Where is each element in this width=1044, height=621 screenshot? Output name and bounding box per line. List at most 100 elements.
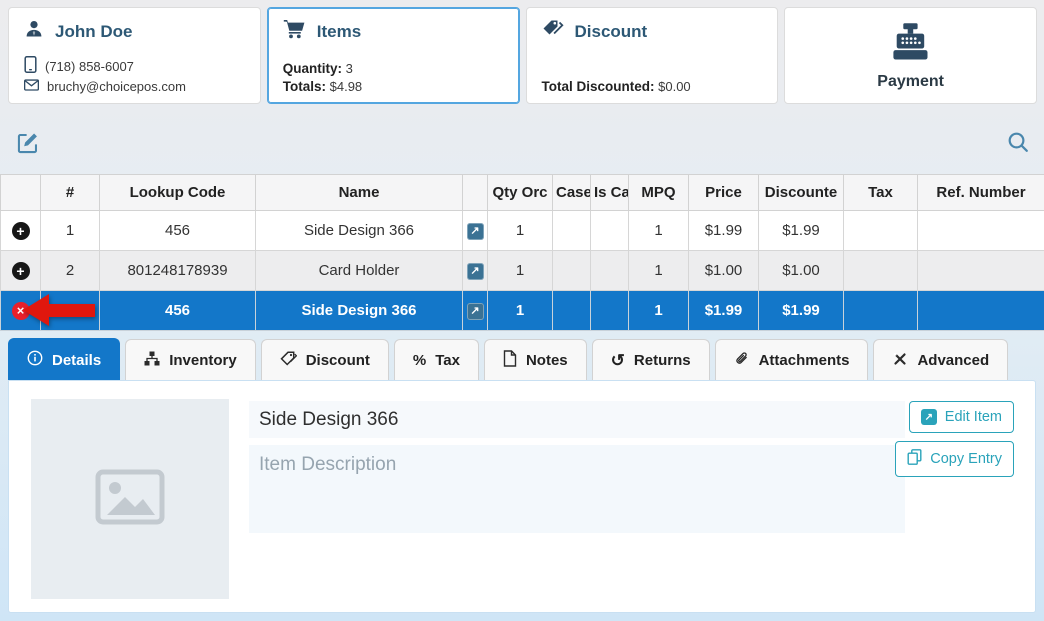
tab-returns-label: Returns [634, 352, 691, 369]
table-row[interactable]: + 1 456 Side Design 366 ↗ 1 1 $1.99 $1.9… [1, 211, 1044, 251]
details-panel: Side Design 366 Item Description ↗ Edit … [8, 380, 1036, 613]
item-name-field: Side Design 366 [249, 401, 905, 438]
tab-inventory[interactable]: Inventory [125, 339, 256, 381]
tab-notes[interactable]: Notes [484, 339, 587, 381]
delete-row-button[interactable]: × [12, 302, 30, 320]
tab-advanced[interactable]: Advanced [873, 339, 1008, 381]
cash-register-icon [889, 22, 933, 69]
header-mpq: MPQ [629, 175, 689, 211]
tab-notes-label: Notes [526, 352, 568, 369]
customer-phone-line: (718) 858-6007 [24, 56, 245, 76]
sitemap-icon [144, 351, 160, 370]
cell-item-name: Side Design 366 [256, 291, 463, 331]
cell-price: $1.00 [689, 251, 759, 291]
cell-tax [844, 211, 918, 251]
copy-entry-button[interactable]: Copy Entry [895, 441, 1014, 477]
open-item-icon[interactable]: ↗ [467, 223, 484, 240]
item-image-placeholder [31, 399, 229, 599]
edit-item-button[interactable]: ↗ Edit Item [909, 401, 1014, 433]
cell-discounted: $1.99 [759, 211, 844, 251]
payment-card[interactable]: Payment [784, 7, 1037, 104]
cell-price: $1.99 [689, 291, 759, 331]
tab-discount-label: Discount [306, 352, 370, 369]
search-icon[interactable] [1007, 131, 1029, 153]
tools-icon [892, 351, 908, 371]
discount-card-title: Discount [542, 19, 763, 44]
image-icon [95, 469, 165, 530]
tab-details-label: Details [52, 352, 101, 369]
header-expand [1, 175, 41, 211]
paperclip-icon [734, 351, 750, 371]
items-quantity-line: Quantity: 3 [283, 61, 504, 76]
cell-row-number [41, 291, 100, 331]
items-card[interactable]: Items Quantity: 3 Totals: $4.98 [267, 7, 520, 104]
cell-row-number: 1 [41, 211, 100, 251]
items-table: # Lookup Code Name Qty Orc Case Is Ca MP… [0, 174, 1044, 331]
cell-discounted: $1.99 [759, 291, 844, 331]
table-header-row: # Lookup Code Name Qty Orc Case Is Ca MP… [1, 175, 1044, 211]
cell-row-number: 2 [41, 251, 100, 291]
items-card-label: Items [317, 22, 361, 42]
mobile-phone-icon [24, 56, 37, 76]
table-row-selected[interactable]: × 456 Side Design 366 ↗ 1 1 $1.99 $1.99 [1, 291, 1044, 331]
detail-tabs: Details Inventory Discount % Tax Notes ↺… [8, 338, 1008, 381]
cell-cases [553, 291, 591, 331]
header-name: Name [256, 175, 463, 211]
open-item-icon[interactable]: ↗ [467, 303, 484, 320]
tab-returns[interactable]: ↺ Returns [592, 339, 710, 381]
tab-attachments-label: Attachments [759, 352, 850, 369]
customer-card[interactable]: John Doe (718) 858-6007 bruchy@choicepos… [8, 7, 261, 104]
cell-item-name: Card Holder [256, 251, 463, 291]
copy-entry-label: Copy Entry [930, 451, 1002, 467]
cell-qty: 1 [488, 251, 553, 291]
cell-is-case [591, 291, 629, 331]
cell-price: $1.99 [689, 211, 759, 251]
cell-lookup-code: 456 [100, 291, 256, 331]
customer-phone: (718) 858-6007 [45, 59, 134, 74]
header-price: Price [689, 175, 759, 211]
items-quantity-value: 3 [346, 61, 353, 76]
open-item-icon[interactable]: ↗ [467, 263, 484, 280]
cell-mpq: 1 [629, 251, 689, 291]
cell-tax [844, 291, 918, 331]
cell-ref-number [918, 251, 1044, 291]
discount-card-label: Discount [575, 22, 648, 42]
table-row[interactable]: + 2 801248178939 Card Holder ↗ 1 1 $1.00… [1, 251, 1044, 291]
person-icon [24, 19, 44, 44]
cell-mpq: 1 [629, 291, 689, 331]
items-totals-label: Totals: [283, 79, 326, 94]
items-card-title: Items [283, 19, 504, 44]
tab-inventory-label: Inventory [169, 352, 237, 369]
cell-discounted: $1.00 [759, 251, 844, 291]
header-cases: Case [553, 175, 591, 211]
tab-details[interactable]: Details [8, 338, 120, 381]
tab-attachments[interactable]: Attachments [715, 339, 869, 381]
cell-qty: 1 [488, 291, 553, 331]
cell-cases [553, 211, 591, 251]
cell-cases [553, 251, 591, 291]
header-is-case: Is Ca [591, 175, 629, 211]
header-qty-ordered: Qty Orc [488, 175, 553, 211]
discount-total-line: Total Discounted: $0.00 [542, 79, 763, 94]
header-lookup-code: Lookup Code [100, 175, 256, 211]
edit-item-icon: ↗ [921, 409, 937, 425]
tab-tax-label: Tax [435, 352, 460, 369]
cell-lookup-code: 456 [100, 211, 256, 251]
items-totals-line: Totals: $4.98 [283, 79, 504, 94]
tab-discount[interactable]: Discount [261, 339, 389, 381]
expand-row-button[interactable]: + [12, 222, 30, 240]
discount-card[interactable]: Discount Total Discounted: $0.00 [526, 7, 779, 104]
envelope-icon [24, 79, 39, 94]
item-description-field: Item Description [249, 445, 905, 533]
customer-email: bruchy@choicepos.com [47, 79, 186, 94]
edit-order-icon[interactable] [17, 132, 39, 154]
expand-row-button[interactable]: + [12, 262, 30, 280]
info-icon [27, 350, 43, 370]
cart-icon [283, 19, 306, 44]
header-number: # [41, 175, 100, 211]
header-link [463, 175, 488, 211]
copy-icon [907, 449, 922, 469]
tab-tax[interactable]: % Tax [394, 339, 479, 381]
customer-name: John Doe [55, 22, 132, 42]
cell-mpq: 1 [629, 211, 689, 251]
